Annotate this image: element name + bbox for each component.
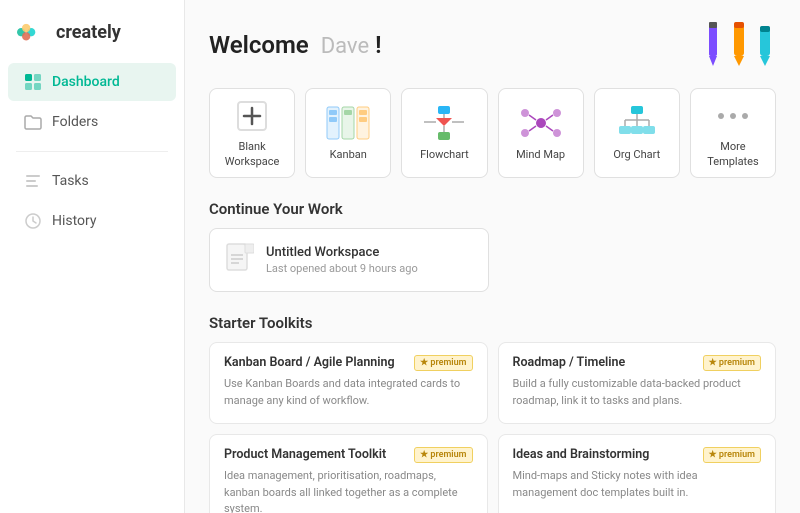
flowchart-label: Flowchart <box>420 148 469 162</box>
welcome-title: Welcome Dave ! <box>209 31 382 59</box>
continue-section-title: Continue Your Work <box>209 200 776 218</box>
template-card-flowchart[interactable]: Flowchart <box>401 88 487 178</box>
sidebar-history-label: History <box>52 213 97 229</box>
logo-text: creately <box>56 22 121 43</box>
template-row: BlankWorkspace Kanban <box>209 88 776 178</box>
toolkit-title-roadmap: Roadmap / Timeline <box>513 355 695 370</box>
blank-workspace-label: BlankWorkspace <box>225 140 280 169</box>
sidebar-folders-label: Folders <box>52 114 98 130</box>
more-templates-icon <box>711 97 755 134</box>
sidebar-item-folders[interactable]: Folders <box>8 103 176 141</box>
kanban-label: Kanban <box>330 148 367 162</box>
sidebar-divider <box>16 151 168 152</box>
blank-workspace-icon <box>230 97 274 134</box>
toolkit-desc-roadmap: Build a fully customizable data-backed p… <box>513 376 762 409</box>
starter-toolkits-section: Starter Toolkits Kanban Board / Agile Pl… <box>209 314 776 513</box>
continue-workspace-name: Untitled Workspace <box>266 245 418 260</box>
premium-badge-ideas-brainstorming: ★ premium <box>703 447 761 463</box>
template-card-more[interactable]: MoreTemplates <box>690 88 776 178</box>
template-card-blank[interactable]: BlankWorkspace <box>209 88 295 178</box>
template-card-kanban[interactable]: Kanban <box>305 88 391 178</box>
tasks-icon <box>24 172 42 190</box>
toolkit-card-ideas-brainstorming[interactable]: Ideas and Brainstorming ★ premium Mind-map… <box>498 434 777 513</box>
logo[interactable]: creately <box>16 22 168 43</box>
toolkit-title-product-mgmt: Product Management Toolkit <box>224 447 406 462</box>
continue-workspace-time: Last opened about 9 hours ago <box>266 262 418 275</box>
decorative-icons <box>702 20 776 70</box>
template-card-mindmap[interactable]: Mind Map <box>498 88 584 178</box>
dashboard-icon <box>24 73 42 91</box>
more-templates-label: MoreTemplates <box>707 140 758 169</box>
toolkit-desc-ideas-brainstorming: Mind-maps and Sticky notes with idea man… <box>513 468 762 501</box>
toolkit-title-ideas-brainstorming: Ideas and Brainstorming <box>513 447 695 462</box>
kanban-icon <box>326 104 370 142</box>
orgchart-label: Org Chart <box>613 148 660 162</box>
orgchart-icon <box>615 104 659 142</box>
sidebar-item-dashboard[interactable]: Dashboard <box>8 63 176 101</box>
history-icon <box>24 212 42 230</box>
sidebar-tasks-label: Tasks <box>52 173 89 189</box>
creately-logo-icon <box>16 23 48 43</box>
premium-badge-roadmap: ★ premium <box>703 355 761 371</box>
continue-section: Continue Your Work Untitled Workspace La… <box>209 200 776 292</box>
sidebar: creately Dashboard Folders <box>0 0 185 513</box>
sidebar-dashboard-label: Dashboard <box>52 74 120 90</box>
flowchart-icon <box>422 104 466 142</box>
welcome-username: Dave <box>321 34 369 59</box>
premium-badge-product-mgmt: ★ premium <box>414 447 472 463</box>
mindmap-icon <box>519 104 563 142</box>
folder-icon <box>24 113 42 131</box>
main-content: Welcome Dave ! <box>185 0 800 513</box>
sidebar-item-tasks[interactable]: Tasks <box>8 162 176 200</box>
mindmap-label: Mind Map <box>516 148 565 162</box>
starter-toolkits-title: Starter Toolkits <box>209 314 776 332</box>
pencil-icon <box>702 20 724 70</box>
sidebar-item-history[interactable]: History <box>8 202 176 240</box>
toolkit-desc-kanban-agile: Use Kanban Boards and data integrated ca… <box>224 376 473 409</box>
premium-badge-kanban-agile: ★ premium <box>414 355 472 371</box>
document-icon <box>226 243 254 277</box>
continue-card[interactable]: Untitled Workspace Last opened about 9 h… <box>209 228 489 292</box>
toolkit-desc-product-mgmt: Idea management, prioritisation, roadmap… <box>224 468 473 513</box>
template-card-orgchart[interactable]: Org Chart <box>594 88 680 178</box>
marker-teal-icon <box>754 24 776 70</box>
welcome-header: Welcome Dave ! <box>209 20 776 70</box>
toolkit-card-kanban-agile[interactable]: Kanban Board / Agile Planning ★ premium Us… <box>209 342 488 424</box>
continue-info: Untitled Workspace Last opened about 9 h… <box>266 245 418 275</box>
sidebar-nav: Dashboard Folders Tasks <box>0 63 184 240</box>
toolkit-card-product-mgmt[interactable]: Product Management Toolkit ★ premium Idea … <box>209 434 488 513</box>
marker-orange-icon <box>728 20 750 70</box>
logo-area: creately <box>0 12 184 63</box>
toolkit-card-roadmap[interactable]: Roadmap / Timeline ★ premium Build a fully… <box>498 342 777 424</box>
toolkits-grid: Kanban Board / Agile Planning ★ premium Us… <box>209 342 776 513</box>
toolkit-title-kanban-agile: Kanban Board / Agile Planning <box>224 355 406 370</box>
